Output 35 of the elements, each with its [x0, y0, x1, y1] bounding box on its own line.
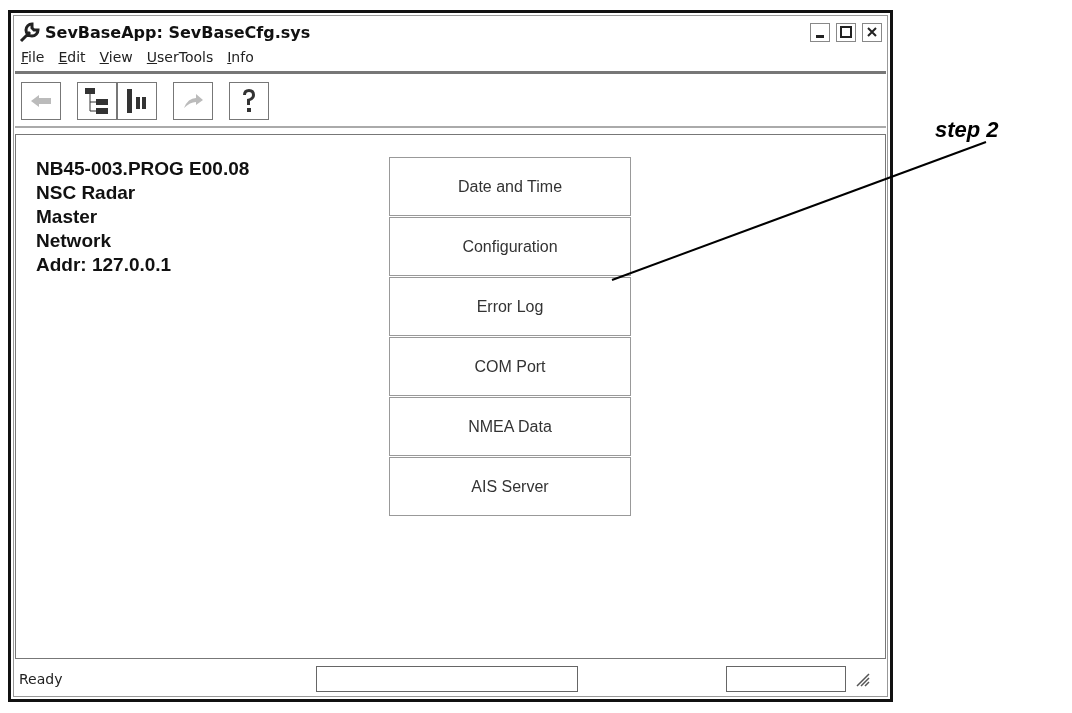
menu-item[interactable]: UserTools [146, 49, 214, 65]
close-icon [867, 27, 877, 37]
status-text: Ready [19, 671, 64, 687]
info-text: NSC Radar [36, 181, 137, 205]
info-text: Addr: 127.0.0.1 [36, 253, 173, 277]
toolbar-button[interactable] [77, 82, 117, 120]
info-text: Master [36, 205, 99, 229]
command-button[interactable]: Date and Time [389, 157, 631, 216]
menu-item[interactable]: File [21, 49, 45, 65]
wrench-icon [19, 21, 41, 43]
list-view-icon [125, 87, 149, 115]
info-text: Network [36, 229, 112, 253]
command-button[interactable]: COM Port [389, 337, 631, 396]
close-button[interactable] [862, 22, 882, 42]
command-button[interactable]: Configuration [389, 217, 631, 276]
maximize-icon [840, 26, 852, 38]
command-button[interactable]: NMEA Data [389, 397, 631, 456]
toolbar-button[interactable] [117, 82, 157, 120]
menu-item[interactable]: Info [227, 49, 254, 65]
menu-item[interactable]: View [99, 49, 133, 65]
back-arrow-icon [29, 93, 53, 109]
window-title: SevBaseApp: SevBaseCfg.sys [45, 22, 312, 42]
help-icon [240, 87, 258, 115]
minimize-button[interactable] [810, 22, 830, 42]
menu-item[interactable]: Edit [58, 49, 86, 65]
annotation-label: step 2 [935, 117, 999, 143]
minimize-icon [816, 34, 824, 38]
resize-grip-icon [854, 671, 870, 687]
toolbar-button[interactable] [229, 82, 269, 120]
forward-arrow-icon [182, 92, 204, 110]
command-button[interactable]: AIS Server [389, 457, 631, 516]
command-button[interactable]: Error Log [389, 277, 631, 336]
tree-view-icon [84, 87, 110, 115]
info-text: NB45-003.PROG E00.08 [36, 157, 251, 181]
maximize-button[interactable] [836, 22, 856, 42]
